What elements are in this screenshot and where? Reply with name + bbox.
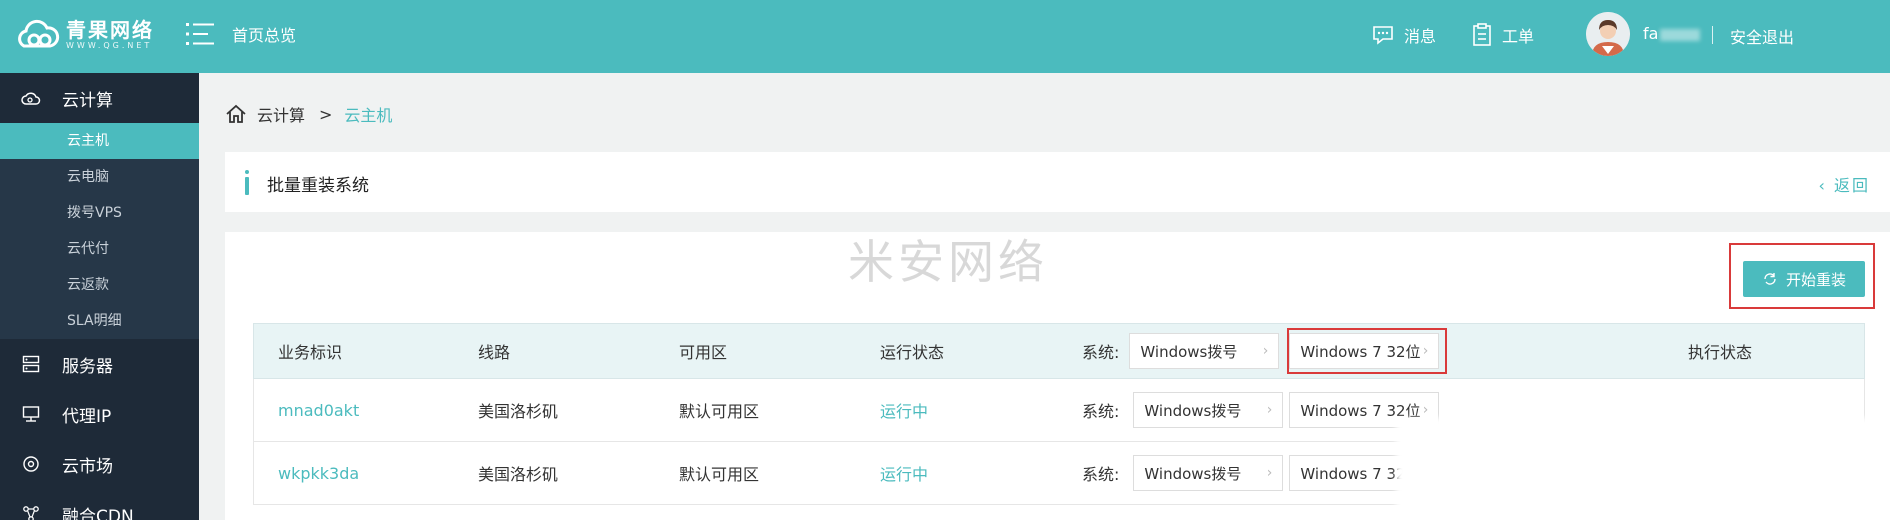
back-link[interactable]: ‹ 返回 <box>1819 172 1871 196</box>
logo-cloud-icon <box>14 16 60 54</box>
sidebar-group-cloud-market[interactable]: 云市场 <box>0 439 199 489</box>
sidebar-item-cloud-payment[interactable]: 云代付 <box>0 231 199 267</box>
sidebar-sub-list: 云主机 云电脑 拨号VPS 云代付 云返款 SLA明细 <box>0 123 199 339</box>
chevron-right-icon: › <box>1266 402 1273 418</box>
row-line: 美国洛杉矶 <box>478 465 559 484</box>
row-business-id[interactable]: mnad0akt <box>278 379 359 441</box>
table-header: 业务标识 线路 可用区 运行状态 系统: Windows拨号 › Windows … <box>253 323 1865 379</box>
chevron-right-icon: › <box>1266 465 1273 481</box>
row-os-select[interactable]: Windows拨号 › <box>1133 455 1284 491</box>
sidebar-group-cdn[interactable]: 融合CDN <box>0 489 199 520</box>
header-zone: 可用区 <box>679 343 728 362</box>
header-system-label: 系统: <box>1082 343 1120 362</box>
watermark: 米安网络 <box>848 235 1048 289</box>
sidebar-group-server[interactable]: 服务器 <box>0 339 199 389</box>
row-os-select[interactable]: Windows拨号 › <box>1133 392 1284 428</box>
header-divider <box>1712 26 1713 44</box>
sidebar-group-label: 云计算 <box>62 90 113 111</box>
chevron-right-icon: › <box>1422 343 1429 359</box>
header-os-select[interactable]: Windows拨号 › <box>1129 333 1280 369</box>
cloud-icon <box>20 87 42 109</box>
logout-link[interactable]: 安全退出 <box>1730 24 1794 48</box>
row-system: 系统: Windows拨号› Windows 7 32位› <box>1082 442 1440 504</box>
nav-home-overview[interactable]: 首页总览 <box>232 22 296 46</box>
sidebar-group-label: 服务器 <box>62 356 113 377</box>
back-label: 返回 <box>1833 176 1870 195</box>
logo-subtitle: WWW.QG.NET <box>66 41 153 50</box>
redaction-overlay <box>1420 440 1890 520</box>
row-os-value: Windows拨号 <box>1144 464 1242 483</box>
header-version-select[interactable]: Windows 7 32位 › <box>1289 333 1440 369</box>
chevron-right-icon: › <box>1262 343 1269 359</box>
server-icon <box>20 353 42 375</box>
header-system: 系统: Windows拨号 › Windows 7 32位 › <box>1082 324 1440 378</box>
top-bar: 青果网络 WWW.QG.NET 首页总览 消息 工单 fa 安全退出 <box>0 0 1890 73</box>
header-business-id: 业务标识 <box>278 343 343 362</box>
sidebar-item-dial-vps[interactable]: 拨号VPS <box>0 195 199 231</box>
row-system-label: 系统: <box>1082 402 1120 421</box>
header-run-status: 运行状态 <box>880 343 945 362</box>
sidebar-item-cloud-pc[interactable]: 云电脑 <box>0 159 199 195</box>
header-exec-status: 执行状态 <box>1688 343 1753 362</box>
row-zone: 默认可用区 <box>679 402 760 421</box>
sidebar-group-label: 云市场 <box>62 456 113 477</box>
refresh-icon <box>1762 272 1778 286</box>
monitor-icon <box>20 403 42 425</box>
messages-label: 消息 <box>1404 27 1437 46</box>
row-system: 系统: Windows拨号› Windows 7 32位› <box>1082 379 1440 441</box>
avatar[interactable] <box>1586 12 1630 56</box>
breadcrumb-root[interactable]: 云计算 <box>257 102 305 126</box>
row-line: 美国洛杉矶 <box>478 402 559 421</box>
header-version-value: Windows 7 32位 <box>1300 342 1421 361</box>
header-os-value: Windows拨号 <box>1140 342 1238 361</box>
sidebar: 云计算 云主机 云电脑 拨号VPS 云代付 云返款 SLA明细 服务器 代理IP… <box>0 73 199 520</box>
start-button-highlight: 开始重装 <box>1729 243 1875 309</box>
header-line: 线路 <box>478 343 511 362</box>
chevron-left-icon: ‹ <box>1818 176 1834 195</box>
sidebar-group-cloud-computing[interactable]: 云计算 <box>0 73 199 123</box>
row-zone: 默认可用区 <box>679 465 760 484</box>
row-system-label: 系统: <box>1082 465 1120 484</box>
breadcrumb-current: 云主机 <box>344 106 393 125</box>
title-card: 批量重装系统 ‹ 返回 <box>225 152 1890 212</box>
clipboard-icon <box>1472 23 1492 47</box>
sidebar-group-label: 代理IP <box>62 406 112 427</box>
sidebar-item-sla-detail[interactable]: SLA明细 <box>0 303 199 339</box>
menu-toggle-icon[interactable] <box>184 20 216 48</box>
username[interactable]: fa <box>1643 24 1701 43</box>
row-os-value: Windows拨号 <box>1144 401 1242 420</box>
row-business-id[interactable]: wkpkk3da <box>278 442 359 504</box>
sidebar-group-proxy-ip[interactable]: 代理IP <box>0 389 199 439</box>
breadcrumb: 云计算 > 云主机 <box>225 102 392 126</box>
home-icon[interactable] <box>225 104 247 124</box>
breadcrumb-separator: > <box>319 104 333 124</box>
message-icon <box>1372 24 1394 46</box>
tickets-link[interactable]: 工单 <box>1472 20 1534 50</box>
sidebar-item-cloud-host[interactable]: 云主机 <box>0 123 199 159</box>
sidebar-group-label: 融合CDN <box>62 506 134 520</box>
logo[interactable]: 青果网络 WWW.QG.NET <box>14 16 154 54</box>
username-redacted <box>1660 28 1701 41</box>
start-reinstall-label: 开始重装 <box>1785 270 1846 289</box>
sidebar-item-cloud-refund[interactable]: 云返款 <box>0 267 199 303</box>
cdn-icon <box>20 503 42 520</box>
tickets-label: 工单 <box>1502 27 1535 46</box>
row-run-status: 运行中 <box>880 402 929 421</box>
page-title: 批量重装系统 <box>267 176 369 196</box>
messages-link[interactable]: 消息 <box>1372 20 1436 50</box>
market-icon <box>20 453 42 475</box>
username-text: fa <box>1643 24 1659 43</box>
chevron-right-icon: › <box>1422 402 1429 418</box>
start-reinstall-button[interactable]: 开始重装 <box>1743 261 1865 297</box>
logo-name: 青果网络 <box>66 18 154 42</box>
title-info-icon <box>245 170 249 196</box>
row-run-status: 运行中 <box>880 465 929 484</box>
